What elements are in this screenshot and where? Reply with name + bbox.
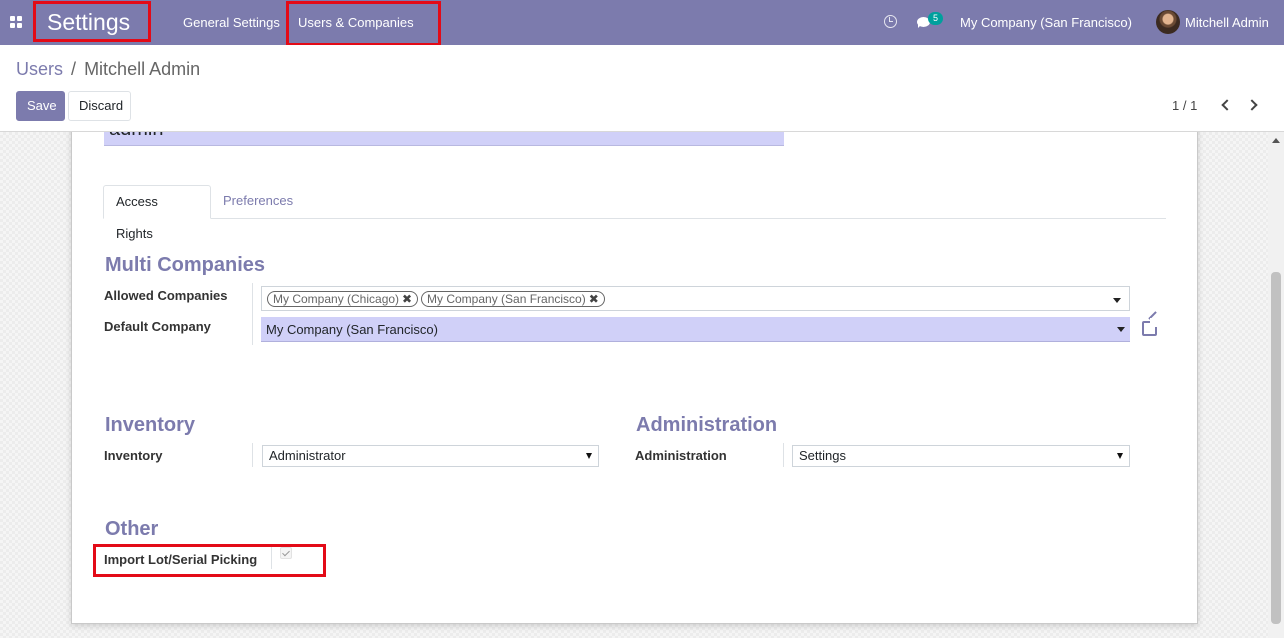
tag-san-francisco: My Company (San Francisco) ✖ bbox=[421, 291, 605, 307]
notebook-tabs: Access Rights Preferences bbox=[103, 185, 1166, 241]
tab-preferences[interactable]: Preferences bbox=[211, 185, 305, 219]
remove-tag-icon[interactable]: ✖ bbox=[402, 292, 412, 306]
breadcrumb-current: Mitchell Admin bbox=[84, 59, 201, 79]
default-company-field[interactable]: My Company (San Francisco) bbox=[261, 317, 1130, 342]
default-company-label: Default Company bbox=[104, 319, 211, 334]
highlight-settings-box bbox=[33, 1, 151, 42]
inventory-label: Inventory bbox=[104, 448, 163, 463]
message-count-badge: 5 bbox=[928, 12, 943, 25]
pager-value[interactable]: 1 / 1 bbox=[1172, 98, 1197, 113]
allowed-companies-field[interactable]: My Company (Chicago) ✖ My Company (San Fr… bbox=[261, 286, 1130, 311]
section-multi-companies-title: Multi Companies bbox=[105, 254, 266, 276]
default-company-value: My Company (San Francisco) bbox=[266, 322, 438, 337]
label-divider bbox=[783, 443, 784, 467]
inventory-select[interactable]: Administrator bbox=[262, 445, 599, 467]
dropdown-caret-icon[interactable] bbox=[1117, 327, 1125, 332]
remove-tag-icon[interactable]: ✖ bbox=[589, 292, 599, 306]
user-menu[interactable]: Mitchell Admin bbox=[1185, 15, 1269, 30]
section-inventory-title: Inventory bbox=[105, 414, 196, 436]
external-link-arrow-gap bbox=[1150, 318, 1159, 327]
menu-general-settings[interactable]: General Settings bbox=[183, 15, 280, 30]
pager-next-icon[interactable] bbox=[1246, 99, 1258, 111]
administration-select-value: Settings bbox=[799, 448, 846, 463]
login-value: admin bbox=[109, 132, 163, 141]
select-arrow-icon bbox=[1117, 453, 1123, 459]
vertical-scrollbar[interactable] bbox=[1268, 132, 1284, 638]
label-divider bbox=[252, 443, 253, 467]
section-administration-title: Administration bbox=[636, 414, 778, 436]
form-view-area: admin Access Rights Preferences Multi Co… bbox=[0, 132, 1268, 638]
tag-san-francisco-label: My Company (San Francisco) bbox=[427, 292, 586, 306]
inventory-select-value: Administrator bbox=[269, 448, 346, 463]
administration-select[interactable]: Settings bbox=[792, 445, 1130, 467]
administration-label: Administration bbox=[635, 448, 727, 463]
user-avatar[interactable] bbox=[1156, 10, 1180, 34]
section-other-title: Other bbox=[105, 518, 159, 540]
breadcrumb-users-link[interactable]: Users bbox=[16, 59, 63, 79]
login-field[interactable]: admin bbox=[104, 132, 784, 146]
label-divider bbox=[252, 283, 253, 345]
scroll-up-arrow-icon[interactable] bbox=[1272, 138, 1280, 143]
discard-button[interactable]: Discard bbox=[68, 91, 131, 121]
pager-previous-icon[interactable] bbox=[1221, 99, 1233, 111]
highlight-users-companies-box bbox=[286, 1, 441, 46]
activity-clock-icon[interactable] bbox=[884, 15, 897, 28]
select-arrow-icon bbox=[586, 453, 592, 459]
dropdown-caret-icon[interactable] bbox=[1113, 298, 1121, 303]
save-button[interactable]: Save bbox=[16, 91, 65, 121]
highlight-import-lot-box bbox=[93, 544, 326, 577]
tag-chicago: My Company (Chicago) ✖ bbox=[267, 291, 419, 307]
control-panel: Users / Mitchell Admin Save Discard 1 / … bbox=[0, 45, 1284, 132]
breadcrumb-separator: / bbox=[71, 59, 77, 79]
breadcrumb: Users / Mitchell Admin bbox=[16, 59, 200, 80]
apps-menu-icon[interactable] bbox=[10, 16, 22, 28]
company-switcher[interactable]: My Company (San Francisco) bbox=[960, 15, 1132, 30]
scroll-thumb[interactable] bbox=[1271, 272, 1281, 624]
tag-chicago-label: My Company (Chicago) bbox=[273, 292, 400, 306]
allowed-companies-label: Allowed Companies bbox=[104, 288, 228, 303]
top-navbar: Settings General Settings Users & Compan… bbox=[0, 0, 1284, 45]
tab-access-rights[interactable]: Access Rights bbox=[103, 185, 211, 241]
